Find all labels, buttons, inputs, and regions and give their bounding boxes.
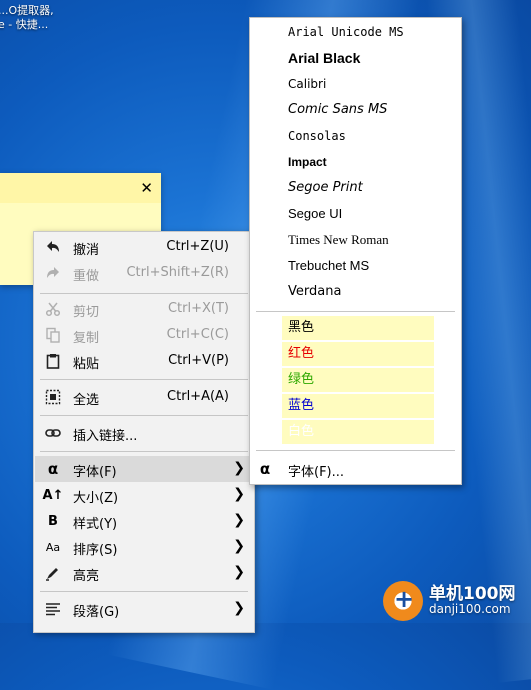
- color-option-white[interactable]: 白色: [282, 420, 434, 444]
- menu-item-copy[interactable]: 复制 Ctrl+C(C): [35, 322, 253, 348]
- menu-item-label: 字体(F)...: [288, 465, 345, 480]
- chevron-right-icon: ❯: [233, 564, 245, 580]
- menu-separator: [256, 311, 455, 312]
- menu-item-label: 高亮: [73, 569, 100, 584]
- font-option-calibri[interactable]: Calibri: [288, 72, 326, 96]
- chevron-right-icon: ❯: [233, 512, 245, 528]
- font-option-segoe-print[interactable]: Segoe Print: [288, 176, 363, 200]
- menu-item-label: 排序(S): [73, 543, 118, 558]
- font-option-consolas[interactable]: Consolas: [288, 124, 346, 148]
- menu-item-label: 剪切: [73, 305, 100, 320]
- menu-separator: [40, 591, 248, 592]
- font-option-segoe-ui[interactable]: Segoe UI: [288, 202, 342, 226]
- menu-item-label: 段落(G): [73, 605, 120, 620]
- menu-item-sort[interactable]: Aa 排序(S) ❯: [35, 534, 253, 560]
- sort-icon: Aa: [45, 540, 61, 554]
- undo-icon: [44, 234, 62, 260]
- paragraph-icon: [44, 596, 62, 622]
- desktop-icon-label[interactable]: e - 快捷...: [0, 16, 48, 32]
- color-option-green[interactable]: 绿色: [282, 368, 434, 392]
- font-option-verdana[interactable]: Verdana: [288, 280, 341, 304]
- scissors-icon: [44, 296, 62, 322]
- menu-item-shortcut: Ctrl+Z(U): [166, 239, 229, 254]
- menu-separator: [40, 293, 248, 294]
- menu-separator: [256, 450, 455, 451]
- font-option-trebuchet-ms[interactable]: Trebuchet MS: [288, 254, 369, 278]
- watermark-url: danji100.com: [429, 602, 511, 616]
- menu-item-size[interactable]: A↑ 大小(Z) ❯: [35, 482, 253, 508]
- menu-item-more-fonts[interactable]: α 字体(F)...: [250, 456, 461, 482]
- chevron-right-icon: ❯: [233, 460, 245, 476]
- link-icon: [44, 420, 62, 446]
- menu-item-label: 粘贴: [73, 357, 100, 372]
- alpha-icon: α: [259, 460, 271, 478]
- watermark-text: 单机100网: [429, 584, 516, 604]
- menu-separator: [40, 451, 248, 452]
- font-submenu: Arial Unicode MS Arial Black Calibri Com…: [249, 17, 462, 485]
- watermark-logo-icon: [383, 581, 423, 621]
- close-icon[interactable]: ✕: [140, 179, 153, 197]
- menu-item-label: 插入链接...: [73, 429, 138, 444]
- menu-item-paragraph[interactable]: 段落(G) ❯: [35, 596, 253, 622]
- font-option-impact[interactable]: Impact: [288, 150, 327, 174]
- menu-item-select-all[interactable]: 全选 Ctrl+A(A): [35, 384, 253, 410]
- menu-item-cut[interactable]: 剪切 Ctrl+X(T): [35, 296, 253, 322]
- menu-item-redo[interactable]: 重做 Ctrl+Shift+Z(R): [35, 260, 253, 286]
- clipboard-icon: [44, 348, 62, 374]
- font-option-comic-sans-ms[interactable]: Comic Sans MS: [288, 98, 387, 122]
- highlighter-icon: [44, 560, 62, 586]
- watermark: 单机100网 danji100.com: [381, 577, 531, 623]
- menu-item-undo[interactable]: 撤消 Ctrl+Z(U): [35, 234, 253, 260]
- menu-item-label: 大小(Z): [73, 491, 119, 506]
- menu-item-label: 全选: [73, 393, 100, 408]
- color-option-black[interactable]: 黑色: [282, 316, 434, 340]
- menu-item-shortcut: Ctrl+C(C): [166, 327, 229, 342]
- menu-item-shortcut: Ctrl+X(T): [167, 301, 229, 316]
- font-option-arial-black[interactable]: Arial Black: [288, 46, 360, 70]
- chevron-right-icon: ❯: [233, 486, 245, 502]
- menu-item-shortcut: Ctrl+A(A): [167, 389, 229, 404]
- menu-item-font[interactable]: α 字体(F) ❯: [35, 456, 253, 482]
- sticky-note-header[interactable]: ✕: [0, 173, 161, 203]
- menu-separator: [40, 415, 248, 416]
- context-menu: 撤消 Ctrl+Z(U) 重做 Ctrl+Shift+Z(R) 剪切 Ctrl+…: [33, 231, 255, 633]
- bold-icon: B: [48, 513, 58, 529]
- menu-item-shortcut: Ctrl+V(P): [168, 353, 229, 368]
- menu-item-style[interactable]: B 样式(Y) ❯: [35, 508, 253, 534]
- chevron-right-icon: ❯: [233, 538, 245, 554]
- menu-item-label: 撤消: [73, 243, 100, 258]
- copy-icon: [44, 322, 62, 348]
- color-option-red[interactable]: 红色: [282, 342, 434, 366]
- menu-item-paste[interactable]: 粘贴 Ctrl+V(P): [35, 348, 253, 374]
- redo-icon: [44, 260, 62, 286]
- menu-item-label: 样式(Y): [73, 517, 118, 532]
- color-option-blue[interactable]: 蓝色: [282, 394, 434, 418]
- font-option-arial-unicode-ms[interactable]: Arial Unicode MS: [288, 20, 404, 44]
- menu-item-label: 复制: [73, 331, 100, 346]
- chevron-right-icon: ❯: [233, 600, 245, 616]
- font-option-times-new-roman[interactable]: Times New Roman: [288, 228, 389, 252]
- menu-item-insert-link[interactable]: 插入链接...: [35, 420, 253, 446]
- menu-item-shortcut: Ctrl+Shift+Z(R): [126, 265, 229, 280]
- select-all-icon: [44, 384, 62, 410]
- menu-item-label: 字体(F): [73, 465, 117, 480]
- menu-item-highlight[interactable]: 高亮 ❯: [35, 560, 253, 586]
- alpha-icon: α: [47, 460, 59, 478]
- menu-item-label: 重做: [73, 269, 100, 284]
- menu-separator: [40, 379, 248, 380]
- text-size-icon: A↑: [42, 487, 64, 503]
